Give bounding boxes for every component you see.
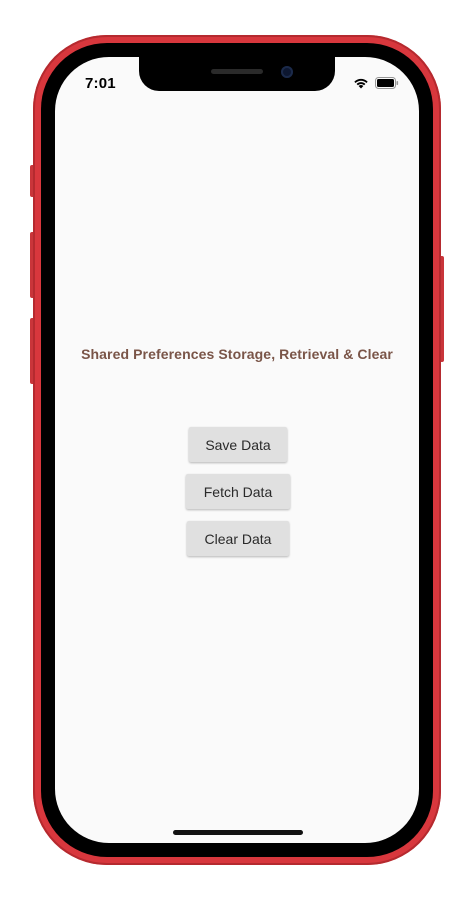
app-screen: 7:01 Shared Preferences Storage, Retriev… bbox=[55, 57, 419, 843]
clear-data-button[interactable]: Clear Data bbox=[187, 521, 289, 556]
battery-icon bbox=[375, 76, 399, 94]
save-data-button[interactable]: Save Data bbox=[189, 427, 287, 462]
front-camera-icon bbox=[281, 66, 293, 78]
page-title: Shared Preferences Storage, Retrieval & … bbox=[81, 346, 393, 362]
wifi-icon bbox=[353, 76, 369, 94]
phone-bezel: 7:01 Shared Preferences Storage, Retriev… bbox=[41, 43, 433, 857]
home-indicator[interactable] bbox=[173, 830, 303, 835]
status-time: 7:01 bbox=[85, 75, 116, 92]
status-icons bbox=[353, 76, 399, 94]
speaker-grille bbox=[211, 69, 263, 74]
phone-frame: 7:01 Shared Preferences Storage, Retriev… bbox=[33, 35, 441, 865]
fetch-data-button[interactable]: Fetch Data bbox=[186, 474, 290, 509]
notch bbox=[139, 57, 335, 91]
device-mockup: 7:01 Shared Preferences Storage, Retriev… bbox=[0, 0, 474, 900]
